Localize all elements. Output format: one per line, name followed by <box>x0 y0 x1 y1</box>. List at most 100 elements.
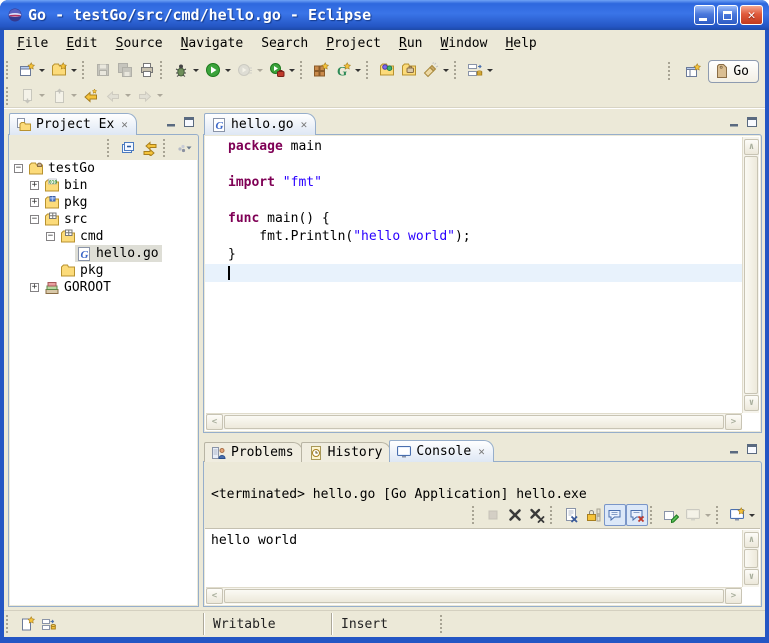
open-perspective-button[interactable] <box>683 61 703 81</box>
status-grip[interactable] <box>440 615 446 633</box>
debug-button[interactable] <box>170 59 202 81</box>
minimize-view-button[interactable] <box>165 116 177 128</box>
tree-item-src[interactable]: −src <box>10 211 197 228</box>
maximize-button[interactable] <box>717 5 738 25</box>
scroll-thumb[interactable] <box>744 156 758 394</box>
dropdown-arrow-icon[interactable] <box>39 69 45 72</box>
go-perspective-button[interactable]: Go <box>708 60 759 83</box>
menu-window[interactable]: Window <box>431 32 496 55</box>
expander-icon[interactable]: + <box>30 181 39 190</box>
last-edit-location-button[interactable] <box>80 85 102 107</box>
scroll-thumb[interactable] <box>224 589 724 603</box>
search-flashlight-button[interactable] <box>420 59 452 81</box>
menu-help[interactable]: Help <box>496 32 545 55</box>
console-horizontal-scrollbar[interactable]: < > <box>206 587 742 604</box>
minimize-view-button[interactable] <box>728 443 740 455</box>
scroll-up-button[interactable]: ∧ <box>744 532 759 548</box>
toolbar-grip[interactable] <box>160 61 166 79</box>
new-go-app-button[interactable]: G <box>332 59 364 81</box>
scroll-up-button[interactable]: ∧ <box>744 139 759 155</box>
expander-icon[interactable]: + <box>30 198 39 207</box>
open-resource-button[interactable] <box>398 59 420 81</box>
console-vertical-scrollbar[interactable]: ∧ ∨ <box>742 530 759 587</box>
tree-item-pkg[interactable]: pkg <box>10 262 197 279</box>
dropdown-arrow-icon[interactable] <box>289 69 295 72</box>
scroll-right-button[interactable]: > <box>725 588 742 604</box>
toolbar-grip[interactable] <box>454 61 460 79</box>
menu-file[interactable]: File <box>8 32 57 55</box>
remove-launch-button[interactable] <box>504 504 526 526</box>
dropdown-arrow-icon[interactable] <box>225 69 231 72</box>
tree-item-bin[interactable]: +010bin <box>10 177 197 194</box>
tree-item-cmd[interactable]: −cmd <box>10 228 197 245</box>
toolbar-grip[interactable] <box>650 506 656 524</box>
editor-vertical-scrollbar[interactable]: ∧ ∨ <box>742 137 759 413</box>
dropdown-arrow-icon[interactable] <box>487 69 493 72</box>
toolbar-grip[interactable] <box>366 61 372 79</box>
expander-icon[interactable]: − <box>30 215 39 224</box>
scroll-left-button[interactable]: < <box>206 414 223 430</box>
expander-icon[interactable]: − <box>14 164 23 173</box>
toolbar-grip[interactable] <box>107 139 113 157</box>
trim-grip[interactable] <box>6 615 12 633</box>
tab-project-explorer[interactable]: Project Ex ✕ <box>9 113 137 135</box>
clear-console-button[interactable] <box>560 504 582 526</box>
maximize-view-button[interactable] <box>746 443 758 455</box>
title-bar[interactable]: Go - testGo/src/cmd/hello.go - Eclipse ✕ <box>0 0 769 30</box>
scroll-lock-button[interactable] <box>582 504 604 526</box>
tree-item-pkg[interactable]: +pkg <box>10 194 197 211</box>
menu-navigate[interactable]: Navigate <box>172 32 253 55</box>
minimize-button[interactable] <box>694 5 715 25</box>
menu-project[interactable]: Project <box>317 32 390 55</box>
dropdown-arrow-icon[interactable] <box>71 94 77 97</box>
close-editor-icon[interactable]: ✕ <box>301 118 308 131</box>
dropdown-arrow-icon[interactable] <box>749 514 755 517</box>
dropdown-arrow-icon[interactable] <box>157 94 163 97</box>
trim-switch-button[interactable] <box>38 613 60 635</box>
toolbar-grip[interactable] <box>716 506 722 524</box>
dropdown-arrow-icon[interactable] <box>443 69 449 72</box>
scroll-left-button[interactable]: < <box>206 588 223 604</box>
new-wizard-button[interactable] <box>16 59 48 81</box>
project-tree[interactable]: −testGo+010bin+pkg−src−cmdGhello.gopkg+G… <box>10 160 197 605</box>
new-go-package-button[interactable] <box>310 59 332 81</box>
external-tools-button[interactable] <box>266 59 298 81</box>
expander-icon[interactable]: − <box>46 232 55 241</box>
dropdown-arrow-icon[interactable] <box>71 69 77 72</box>
tab-hello-go[interactable]: G hello.go ✕ <box>204 113 316 135</box>
toggle-editor-presentation-button[interactable] <box>464 59 496 81</box>
scroll-thumb[interactable] <box>744 549 758 568</box>
toolbar-grip[interactable] <box>82 61 88 79</box>
close-button[interactable]: ✕ <box>740 5 763 25</box>
dropdown-arrow-icon[interactable] <box>193 69 199 72</box>
close-view-icon[interactable]: ✕ <box>478 445 485 458</box>
close-view-icon[interactable]: ✕ <box>121 118 128 131</box>
toolbar-grip[interactable] <box>300 61 306 79</box>
maximize-view-button[interactable] <box>183 116 195 128</box>
dropdown-arrow-icon[interactable] <box>705 514 711 517</box>
editor-horizontal-scrollbar[interactable]: < > <box>206 413 742 430</box>
link-with-editor-button[interactable] <box>139 137 161 159</box>
show-stderr-button[interactable] <box>626 504 648 526</box>
scroll-down-button[interactable]: ∨ <box>744 569 759 585</box>
remove-all-terminated-button[interactable] <box>526 504 548 526</box>
dropdown-arrow-icon[interactable] <box>39 94 45 97</box>
scroll-right-button[interactable]: > <box>725 414 742 430</box>
new-go-element-button[interactable] <box>48 59 80 81</box>
dropdown-arrow-icon[interactable] <box>355 69 361 72</box>
tree-item-goroot[interactable]: +GOROOT <box>10 279 197 296</box>
pin-console-button[interactable] <box>660 504 682 526</box>
collapse-all-button[interactable] <box>117 137 139 159</box>
dropdown-arrow-icon[interactable] <box>257 69 263 72</box>
tab-problems[interactable]: Problems <box>204 442 303 462</box>
maximize-editor-button[interactable] <box>746 116 758 128</box>
tree-item-hello-go[interactable]: Ghello.go <box>10 245 197 262</box>
run-button[interactable] <box>202 59 234 81</box>
view-menu-button[interactable] <box>173 137 195 159</box>
perspective-grip[interactable] <box>668 62 674 80</box>
menu-source[interactable]: Source <box>107 32 172 55</box>
console-output[interactable]: hello world <box>205 529 742 587</box>
toolbar-grip[interactable] <box>163 139 169 157</box>
minimize-editor-button[interactable] <box>728 116 740 128</box>
open-console-button[interactable] <box>726 504 758 526</box>
